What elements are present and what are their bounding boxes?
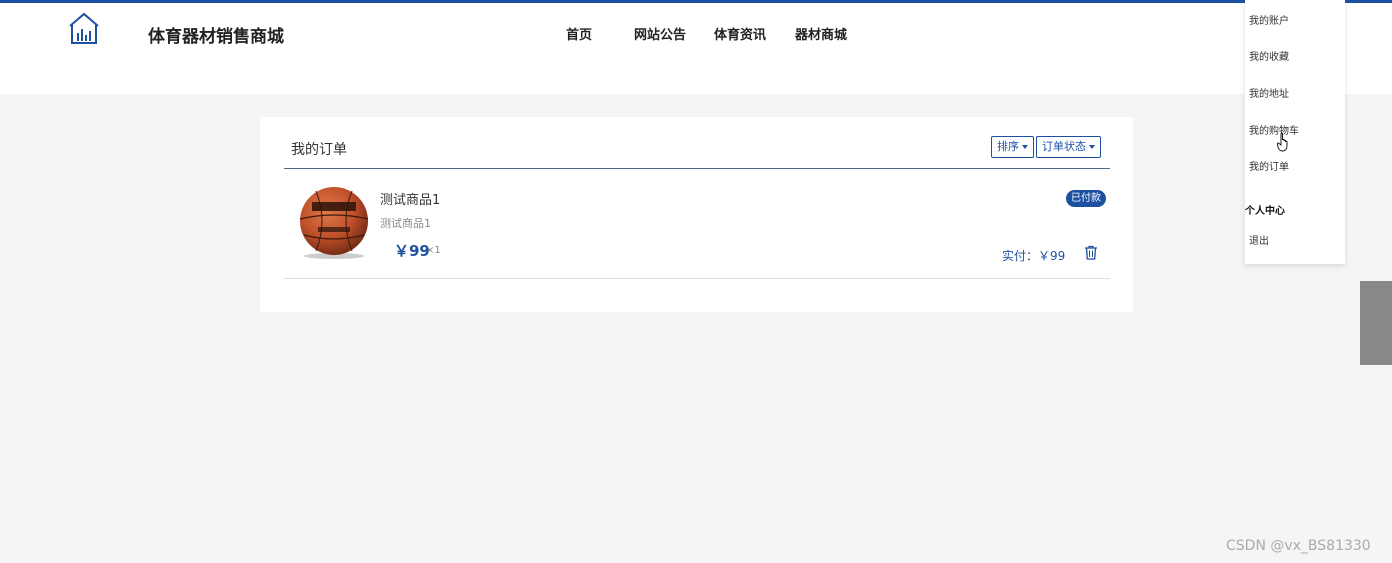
product-image-basketball[interactable] — [298, 185, 370, 261]
side-floating-tab[interactable] — [1360, 281, 1392, 365]
menu-item-logout[interactable]: 退出 — [1249, 232, 1269, 247]
menu-item-orders[interactable]: 我的订单 — [1249, 158, 1289, 173]
product-name[interactable]: 测试商品1 — [380, 189, 440, 208]
hand-cursor-icon — [1277, 132, 1288, 152]
product-price: ￥99 — [394, 242, 430, 260]
site-header: 体育器材销售商城 首页 网站公告 体育资讯 器材商城 — [0, 3, 1392, 64]
menu-item-account[interactable]: 我的账户 — [1249, 12, 1289, 27]
logo-icon[interactable] — [67, 11, 101, 45]
paid-total: 实付：￥99 — [1002, 249, 1066, 263]
product-subtitle: 测试商品1 — [380, 217, 431, 230]
order-status-dropdown[interactable]: 订单状态 — [1036, 136, 1101, 158]
sort-dropdown[interactable]: 排序 — [991, 136, 1034, 158]
nav-sports-news[interactable]: 体育资讯 — [714, 24, 766, 43]
menu-item-address[interactable]: 我的地址 — [1249, 85, 1289, 100]
caret-down-icon — [1089, 145, 1095, 149]
order-status-label: 订单状态 — [1042, 140, 1086, 153]
menu-heading-personal-center[interactable]: 个人中心 — [1245, 202, 1285, 217]
sort-label: 排序 — [997, 140, 1019, 153]
header-spacer — [0, 64, 1392, 94]
trash-icon[interactable] — [1084, 245, 1098, 260]
menu-item-cart[interactable]: 我的购物车 — [1249, 122, 1299, 137]
caret-down-icon — [1022, 145, 1028, 149]
watermark: CSDN @vx_BS81330 — [1226, 538, 1371, 554]
nav-equipment-mall[interactable]: 器材商城 — [795, 24, 847, 43]
product-quantity: ×1 — [426, 245, 441, 256]
menu-item-favorites[interactable]: 我的收藏 — [1249, 48, 1289, 63]
order-row: 测试商品1 测试商品1 ￥99 ×1 已付款 实付：￥99 — [284, 169, 1110, 279]
user-menu-dropdown: 我的账户 我的收藏 我的地址 我的购物车 我的订单 个人中心 退出 — [1245, 0, 1345, 264]
orders-title: 我的订单 — [291, 142, 347, 158]
nav-announcements[interactable]: 网站公告 — [634, 24, 686, 43]
nav-home[interactable]: 首页 — [566, 24, 592, 43]
status-badge: 已付款 — [1066, 190, 1106, 207]
orders-panel: 我的订单 排序 订单状态 测试商品1 测试商品1 ￥99 ×1 已付款 实付：￥… — [260, 117, 1133, 312]
site-title: 体育器材销售商城 — [148, 27, 284, 47]
